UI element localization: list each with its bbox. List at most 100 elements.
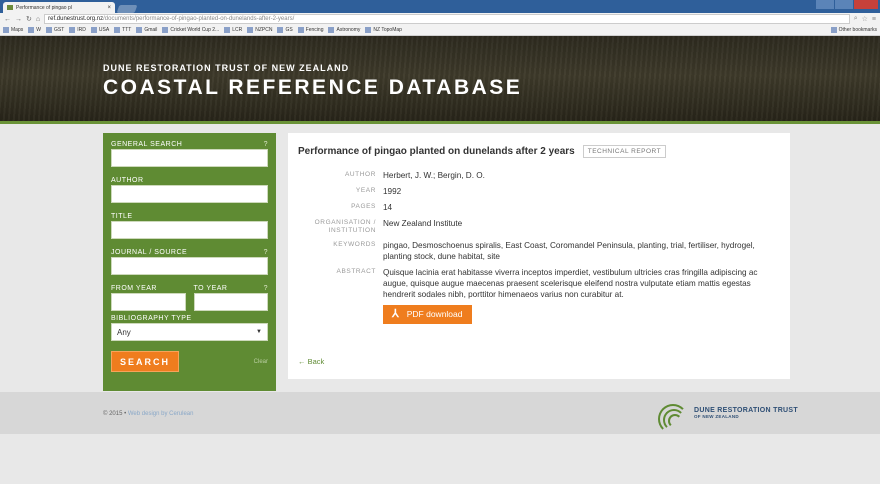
bookmark-item[interactable]: USA — [90, 27, 110, 33]
to-year-label: TO YEAR ? — [194, 283, 269, 293]
bookmark-label: GST — [53, 27, 65, 33]
journal-input[interactable] — [111, 257, 268, 275]
general-search-label-text: GENERAL SEARCH — [111, 140, 183, 148]
bookmark-icon — [277, 27, 284, 33]
window-close-button[interactable] — [854, 0, 878, 9]
help-icon[interactable]: ? — [264, 285, 268, 292]
pages-value: 14 — [383, 203, 393, 212]
browser-tab[interactable]: Performance of pingao pl × — [3, 2, 115, 13]
search-button[interactable]: SEARCH — [111, 351, 179, 372]
bookmark-item[interactable]: Astronomy — [328, 27, 360, 33]
bookmark-label: TTT — [122, 27, 132, 33]
credit-link[interactable]: Web design by Cerulean — [128, 411, 194, 417]
copyright: © 2015 • Web design by Cerulean — [103, 411, 193, 417]
site-subtitle[interactable]: DUNE RESTORATION TRUST OF NEW ZEALAND — [103, 63, 349, 73]
bookmark-item[interactable]: GS — [277, 27, 293, 33]
zoom-icon[interactable]: ⌕ — [854, 15, 858, 23]
bookmark-label: Astronomy — [336, 27, 361, 33]
abstract-key: ABSTRACT — [336, 268, 376, 275]
abstract-text: Quisque lacinia erat habitasse viverra i… — [383, 268, 758, 299]
pdf-download-button[interactable]: ⅄ PDF download — [383, 305, 472, 324]
general-search-label: GENERAL SEARCH ? — [111, 139, 268, 149]
author-key: AUTHOR — [344, 171, 376, 178]
bookmark-label: Fencing — [305, 27, 324, 33]
bibliography-type-label-text: BIBLIOGRAPHY TYPE — [111, 314, 192, 322]
bookmark-label: NZPCN — [255, 27, 273, 33]
year-value: 1992 — [383, 187, 402, 196]
bookmark-item[interactable]: Gmail — [136, 27, 157, 33]
bibliography-type-select[interactable]: Any ▼ — [111, 323, 268, 341]
abstract-value: Quisque lacinia erat habitasse viverra i… — [383, 267, 780, 324]
footer-logo-line1: DUNE RESTORATION TRUST — [694, 407, 798, 414]
bookmark-label: Cricket World Cup 2... — [170, 27, 220, 33]
other-bookmarks[interactable]: Other bookmarks — [830, 27, 877, 33]
keywords-key: KEYWORDS — [333, 241, 376, 248]
title-input[interactable] — [111, 221, 268, 239]
from-year-input[interactable] — [111, 293, 186, 311]
bookmark-label: Maps — [11, 27, 24, 33]
record-metadata: AUTHOR Herbert, J. W.; Bergin, D. O. YEA… — [298, 170, 780, 324]
from-year-label: FROM YEAR — [111, 283, 186, 293]
new-tab-button[interactable] — [116, 5, 138, 13]
bookmark-item[interactable]: NZPCN — [247, 27, 272, 33]
help-icon[interactable]: ? — [264, 249, 268, 256]
bookmark-item[interactable]: Fencing — [297, 27, 324, 33]
main-content: GENERAL SEARCH ? AUTHOR TITLE JOURNAL / … — [0, 124, 880, 434]
from-year-label-text: FROM YEAR — [111, 284, 157, 292]
bookmark-icon — [297, 27, 304, 33]
bookmark-item[interactable]: Cricket World Cup 2... — [162, 27, 219, 33]
organisation-value: New Zealand Institute — [383, 219, 463, 228]
forward-arrow-icon[interactable]: → — [15, 16, 22, 23]
wave-logo-icon — [654, 400, 690, 434]
author-input[interactable] — [111, 185, 268, 203]
bookmark-label: USA — [98, 27, 110, 33]
back-arrow-icon[interactable]: ← — [4, 16, 11, 23]
site-title[interactable]: COASTAL REFERENCE DATABASE — [103, 76, 522, 100]
bookmarks-bar: Maps W GST IRD USA TTT Gmail Cricket Wor… — [0, 25, 880, 36]
bookmark-item[interactable]: GST — [45, 27, 65, 33]
bookmark-star-icon[interactable]: ☆ — [862, 15, 868, 23]
window-controls — [816, 0, 878, 9]
bookmark-icon — [365, 27, 372, 33]
search-actions: SEARCH Clear — [111, 351, 268, 372]
bookmark-icon — [328, 27, 335, 33]
page-footer: © 2015 • Web design by Cerulean DUNE RES… — [0, 392, 880, 434]
keywords-value: pingao, Desmoschoenus spiralis, East Coa… — [383, 241, 755, 261]
minimize-button[interactable] — [816, 0, 834, 9]
title-label: TITLE — [111, 211, 268, 221]
bookmark-item[interactable]: Maps — [3, 27, 23, 33]
bookmark-label: IRD — [77, 27, 86, 33]
help-icon[interactable]: ? — [264, 141, 268, 148]
bookmark-item[interactable]: TTT — [114, 27, 131, 33]
other-bookmarks-label: Other bookmarks — [838, 27, 877, 33]
back-link[interactable]: ← Back — [298, 357, 324, 366]
url-path: /documents/performance-of-pingao-planted… — [103, 16, 295, 22]
author-label-text: AUTHOR — [111, 176, 144, 184]
bookmark-icon — [45, 27, 52, 33]
bookmark-item[interactable]: LCR — [224, 27, 242, 33]
home-icon[interactable]: ⌂ — [36, 16, 40, 23]
to-year-input[interactable] — [193, 293, 268, 311]
bookmark-icon — [3, 27, 9, 33]
to-year-group: TO YEAR ? — [193, 283, 269, 319]
bookmark-label: Gmail — [144, 27, 158, 33]
bookmark-item[interactable]: W — [28, 27, 41, 33]
organisation-key: ORGANISATION / INSTITUTION — [314, 219, 376, 234]
bookmark-icon — [90, 27, 97, 33]
copyright-text: © 2015 • — [103, 411, 128, 417]
clear-link[interactable]: Clear — [254, 359, 268, 365]
dropdown-arrow-icon: ▼ — [256, 329, 262, 335]
bookmark-item[interactable]: NZ TopoMap — [365, 27, 402, 33]
maximize-button[interactable] — [835, 0, 853, 9]
favicon-icon — [7, 5, 13, 10]
folder-icon — [830, 27, 837, 33]
menu-icon[interactable]: ≡ — [872, 16, 876, 23]
record-card: Performance of pingao planted on dunelan… — [288, 133, 790, 379]
general-search-input[interactable] — [111, 149, 268, 167]
bookmark-item[interactable]: IRD — [69, 27, 86, 33]
footer-logo[interactable]: DUNE RESTORATION TRUST OF NEW ZEALAND — [654, 400, 798, 434]
url-field[interactable]: ref.dunestrust.org.nz /documents/perform… — [44, 14, 850, 24]
reload-icon[interactable]: ↻ — [26, 15, 32, 23]
tab-close-icon[interactable]: × — [107, 5, 111, 11]
footer-logo-line2: OF NEW ZEALAND — [694, 414, 739, 419]
